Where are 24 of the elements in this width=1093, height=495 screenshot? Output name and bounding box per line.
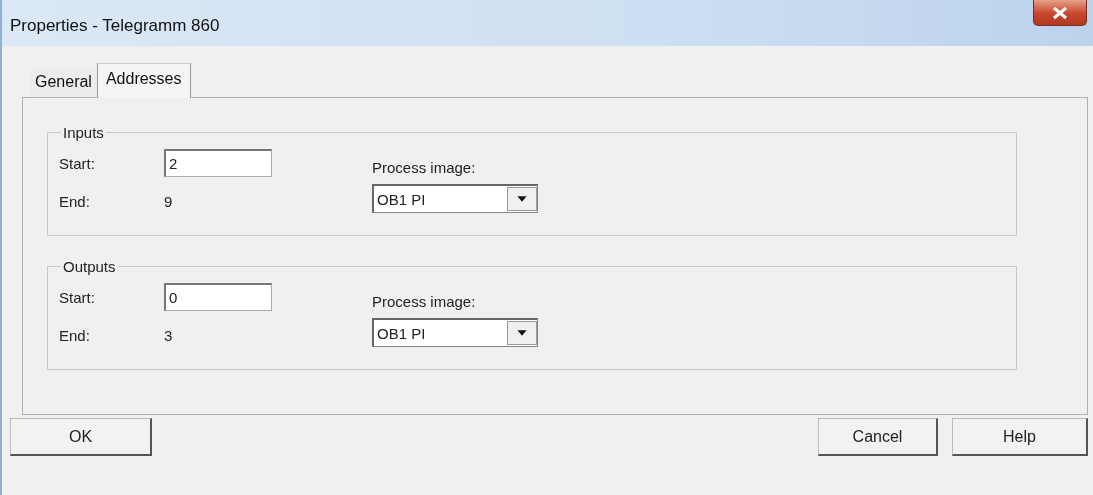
caret-icon	[507, 321, 537, 345]
caret-icon	[507, 187, 537, 211]
end-value: 9	[164, 192, 174, 210]
end-label: End:	[59, 326, 91, 344]
process-image-label: Process image:	[372, 159, 477, 176]
start-label: Start:	[59, 154, 96, 172]
end-label: End:	[59, 192, 91, 210]
end-value: 3	[164, 326, 174, 344]
tab[interactable]: General	[30, 69, 97, 97]
dialog-button[interactable]: Cancel	[818, 418, 938, 456]
process-image-label: Process image:	[372, 293, 477, 310]
ok-button[interactable]: OK	[10, 418, 152, 456]
group-title: Inputs	[62, 124, 105, 141]
window-title: Properties - Telegramm 860	[10, 16, 220, 36]
close-icon	[1051, 5, 1069, 20]
tab[interactable]: Addresses	[96, 63, 191, 98]
start-field[interactable]: 0	[164, 283, 272, 311]
start-label: Start:	[59, 288, 96, 306]
start-field[interactable]: 2	[164, 149, 272, 177]
process-image-dropdown[interactable]: OB1 PI	[372, 184, 538, 213]
group-title: Outputs	[62, 258, 117, 275]
dialog-button[interactable]: Help	[952, 418, 1088, 456]
close-button[interactable]	[1033, 0, 1087, 26]
process-image-dropdown[interactable]: OB1 PI	[372, 318, 538, 347]
